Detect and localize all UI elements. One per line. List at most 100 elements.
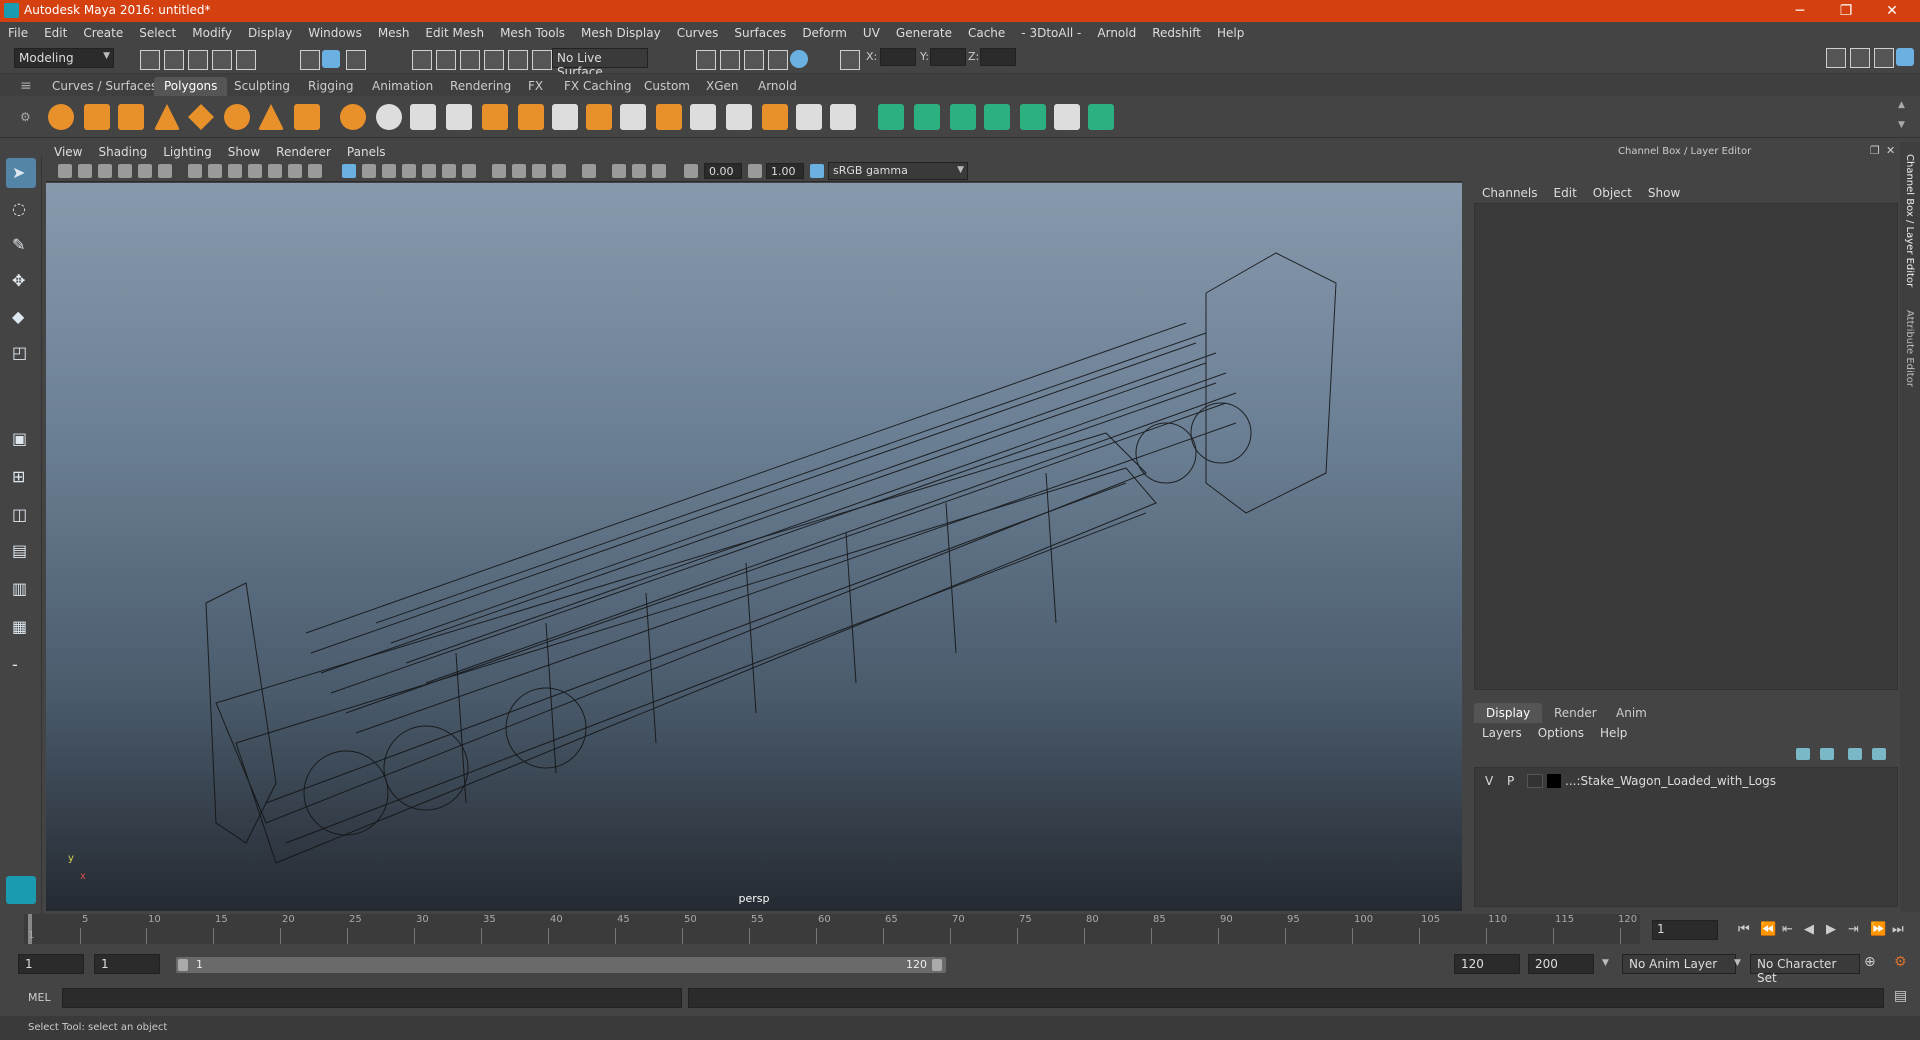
poly-cylinder-icon[interactable] (118, 104, 144, 130)
menu-help[interactable]: Help (1217, 26, 1244, 40)
wireframe-on-shaded-icon[interactable] (402, 164, 416, 178)
multi-cut-icon[interactable] (726, 104, 752, 130)
separate-icon[interactable] (376, 104, 402, 130)
layer-type-toggle[interactable] (1527, 774, 1543, 788)
modeling-toolkit-icon[interactable] (1826, 48, 1846, 68)
menu-arnold[interactable]: Arnold (1097, 26, 1136, 40)
select-camera-icon[interactable] (58, 164, 72, 178)
move-tool[interactable]: ✥ (6, 266, 36, 296)
camera-attributes-icon[interactable] (78, 164, 92, 178)
restore-button[interactable]: ❐ (1828, 1, 1864, 21)
step-back-key-icon[interactable]: ⇤ (1782, 922, 1793, 937)
menu-cache[interactable]: Cache (968, 26, 1005, 40)
tab-curves-surfaces[interactable]: Curves / Surfaces (42, 77, 167, 96)
gate-mask-icon[interactable] (248, 164, 262, 178)
fill-hole-icon[interactable] (518, 104, 544, 130)
play-forwards-icon[interactable]: ▶ (1826, 922, 1836, 937)
menu-uv[interactable]: UV (863, 26, 880, 40)
auto-key-icon[interactable]: ⊕ (1864, 954, 1876, 970)
mode-selector[interactable]: Modeling ▼ (14, 48, 114, 68)
gamma-field[interactable]: 1.00 (766, 163, 804, 179)
step-back-frame-icon[interactable]: ⏪ (1760, 922, 1776, 937)
mirror-icon[interactable] (830, 104, 856, 130)
poly-sphere-icon[interactable] (48, 104, 74, 130)
exposure-field[interactable]: 0.00 (704, 163, 742, 179)
reduce-icon[interactable] (552, 104, 578, 130)
menu-select[interactable]: Select (139, 26, 176, 40)
select-component-icon[interactable] (346, 50, 366, 70)
uv-checker-icon[interactable] (1054, 104, 1080, 130)
y-field[interactable] (930, 48, 966, 66)
xray-components-icon[interactable] (652, 164, 666, 178)
go-to-start-icon[interactable]: ⏮ (1738, 922, 1750, 937)
poly-torus-icon[interactable] (224, 104, 250, 130)
render-current-icon[interactable] (720, 50, 740, 70)
menu-edit-mesh[interactable]: Edit Mesh (425, 26, 484, 40)
new-layer-selected-icon[interactable] (1872, 748, 1886, 760)
default-material-icon[interactable] (382, 164, 396, 178)
select-hierarchy-icon[interactable] (300, 50, 320, 70)
layout-two-panes[interactable]: ◫ (6, 500, 36, 530)
film-gate-icon[interactable] (208, 164, 222, 178)
uv-automatic-icon[interactable] (984, 104, 1010, 130)
z-field[interactable] (980, 48, 1016, 66)
toolbox-more-button[interactable]: - (6, 650, 36, 680)
tool-settings-icon[interactable] (1874, 48, 1894, 68)
snap-point-icon[interactable] (460, 50, 480, 70)
current-frame-field[interactable]: 1 (1652, 920, 1718, 940)
range-start-handle[interactable] (178, 959, 188, 971)
anti-aliasing-icon[interactable] (532, 164, 546, 178)
step-forward-frame-icon[interactable]: ⏩ (1870, 922, 1886, 937)
gamma-icon[interactable] (748, 164, 762, 178)
menu-mesh[interactable]: Mesh (378, 26, 410, 40)
menu-mesh-tools[interactable]: Mesh Tools (500, 26, 565, 40)
minimize-button[interactable]: ─ (1782, 1, 1818, 21)
le-menu-help[interactable]: Help (1600, 726, 1627, 740)
close-button[interactable]: ✕ (1874, 1, 1910, 21)
poly-pipe-icon[interactable] (294, 104, 320, 130)
snap-curve-icon[interactable] (436, 50, 456, 70)
side-tab-attribute-editor[interactable]: Attribute Editor (1904, 310, 1915, 387)
smooth-shade-icon[interactable] (362, 164, 376, 178)
uv-unfold-icon[interactable] (1020, 104, 1046, 130)
menu-edit[interactable]: Edit (44, 26, 67, 40)
attribute-editor-icon[interactable] (1850, 48, 1870, 68)
layout-vertical[interactable]: ▥ (6, 574, 36, 604)
uv-editor-icon[interactable] (1088, 104, 1114, 130)
undo-icon[interactable] (212, 50, 232, 70)
anim-layer-dropdown[interactable]: No Anim Layer (1622, 954, 1736, 974)
menu-curves[interactable]: Curves (677, 26, 719, 40)
animation-end-field[interactable]: 200 (1528, 954, 1594, 974)
range-end-handle[interactable] (932, 959, 942, 971)
shadows-icon[interactable] (462, 164, 476, 178)
tab-custom[interactable]: Custom (634, 77, 700, 96)
color-space-dropdown[interactable]: sRGB gamma ▼ (828, 162, 968, 180)
poly-cube-icon[interactable] (84, 104, 110, 130)
layer-color-swatch[interactable] (1547, 774, 1561, 788)
move-layer-up-icon[interactable] (1796, 748, 1810, 760)
channel-box-area[interactable] (1474, 203, 1898, 690)
step-forward-key-icon[interactable]: ⇥ (1848, 922, 1859, 937)
playback-start-field[interactable]: 1 (94, 954, 160, 974)
extrude-icon[interactable] (620, 104, 646, 130)
layout-single-pane[interactable]: ▣ (6, 424, 36, 454)
render-settings-icon[interactable] (768, 50, 788, 70)
cmd-language-label[interactable]: MEL (28, 991, 51, 1004)
bookmark-icon[interactable] (98, 164, 112, 178)
merge-icon[interactable] (796, 104, 822, 130)
use-all-lights-icon[interactable] (442, 164, 456, 178)
menu-deform[interactable]: Deform (802, 26, 847, 40)
tab-xgen[interactable]: XGen (696, 77, 749, 96)
insert-edge-loop-icon[interactable] (690, 104, 716, 130)
vp-menu-lighting[interactable]: Lighting (163, 145, 212, 159)
snap-surface-icon[interactable] (508, 50, 528, 70)
animation-start-field[interactable]: 1 (18, 954, 84, 974)
image-plane-icon[interactable] (118, 164, 132, 178)
boolean-icon[interactable] (482, 104, 508, 130)
resolution-gate-icon[interactable] (228, 164, 242, 178)
uv-cylindrical-icon[interactable] (914, 104, 940, 130)
close-panel-icon[interactable]: ✕ (1886, 144, 1895, 157)
menu-windows[interactable]: Windows (308, 26, 362, 40)
tab-polygons[interactable]: Polygons (154, 77, 228, 96)
isolate-select-icon[interactable] (582, 164, 596, 178)
